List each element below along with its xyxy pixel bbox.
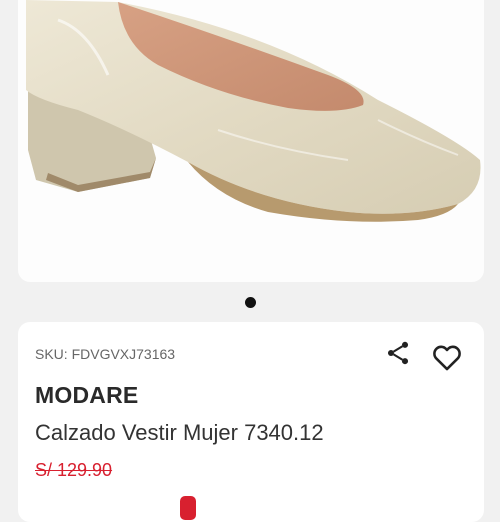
share-button[interactable]	[384, 339, 412, 367]
share-icon	[387, 341, 409, 365]
heart-icon	[433, 345, 461, 371]
original-price: S/ 129.90	[35, 460, 113, 480]
product-image-card[interactable]	[18, 0, 484, 282]
product-info-card: SKU: FDVGVXJ73163 MODARE Calzado Vestir …	[18, 322, 484, 522]
carousel-dot-active[interactable]	[244, 296, 256, 308]
product-sku: SKU: FDVGVXJ73163	[35, 346, 176, 362]
product-brand: MODARE	[35, 382, 139, 408]
favorite-button[interactable]	[430, 340, 464, 374]
carousel-indicator	[0, 295, 500, 309]
product-image	[26, 0, 481, 222]
product-name: Calzado Vestir Mujer 7340.12	[35, 420, 324, 445]
